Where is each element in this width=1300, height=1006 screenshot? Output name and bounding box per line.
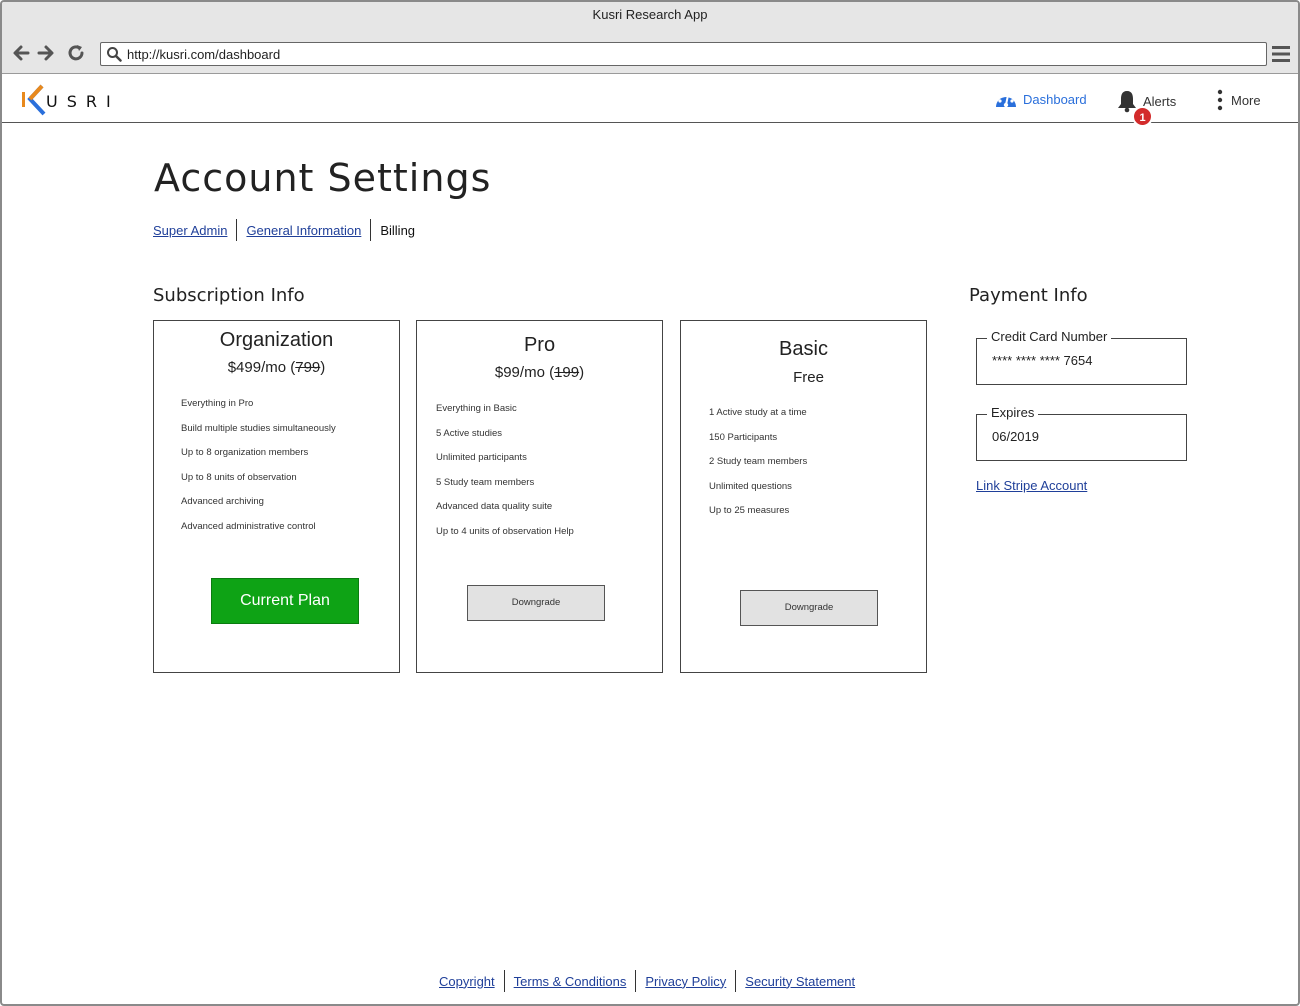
plan-price: Free xyxy=(793,369,824,386)
nav-more-label: More xyxy=(1231,92,1261,108)
nav-dashboard-label: Dashboard xyxy=(1023,91,1087,107)
plan-feature: Everything in Pro xyxy=(181,398,254,409)
link-stripe-account[interactable]: Link Stripe Account xyxy=(976,478,1087,493)
plan-name: Basic xyxy=(779,338,828,360)
window-titlebar: Kusri Research App xyxy=(2,2,1298,34)
settings-tabs: Super Admin General Information Billing xyxy=(153,219,415,241)
plan-name: Organization xyxy=(219,329,334,351)
payment-heading: Payment Info xyxy=(969,285,1088,306)
plan-feature-list: Everything in Pro Build multiple studies… xyxy=(181,397,336,545)
window-title: Kusri Research App xyxy=(592,7,708,22)
expires-label: Expires xyxy=(987,405,1039,420)
plan-feature: Everything in Basic xyxy=(436,403,517,414)
kusri-logo[interactable]: USRI xyxy=(20,82,140,118)
expires-field[interactable]: Expires 06/2019 xyxy=(976,405,1187,461)
url-text: http://kusri.com/dashboard xyxy=(127,47,281,62)
plan-feature: 5 Study team members xyxy=(436,476,535,488)
downgrade-pro-button[interactable]: Downgrade xyxy=(467,585,605,621)
search-icon xyxy=(107,47,122,62)
plan-feature-list: 1 Active study at a time 150 Participant… xyxy=(709,406,807,529)
credit-card-field[interactable]: Credit Card Number **** **** **** 7654 xyxy=(976,329,1187,385)
plan-price-old: 799 xyxy=(295,359,321,376)
credit-card-value: **** **** **** 7654 xyxy=(992,353,1093,368)
plan-feature: 2 Study team members xyxy=(709,456,808,468)
plan-feature: Build multiple studies simultaneously xyxy=(181,422,336,434)
downgrade-basic-button[interactable]: Downgrade xyxy=(740,590,878,626)
plan-feature: Advanced data quality suite xyxy=(436,501,553,513)
app-header: USRI Dashboard Alerts More xyxy=(2,75,1298,123)
plan-price-current: $499/mo ( xyxy=(227,359,296,376)
address-bar[interactable]: http://kusri.com/dashboard xyxy=(100,42,1267,66)
forward-arrow-icon[interactable] xyxy=(35,42,57,64)
plan-feature: 1 Active study at a time xyxy=(709,407,807,418)
plan-price-old: 199 xyxy=(554,364,580,381)
alerts-count-badge: 1 xyxy=(1132,106,1153,127)
plan-feature: Advanced administrative control xyxy=(181,520,316,532)
plan-price-current: $99/mo ( xyxy=(494,364,555,381)
nav-alerts-label: Alerts xyxy=(1143,93,1177,109)
plan-feature: 150 Participants xyxy=(709,431,778,443)
current-plan-button[interactable]: Current Plan xyxy=(211,578,359,624)
nav-dashboard[interactable]: Dashboard xyxy=(994,89,1087,109)
plan-feature: Up to 25 measures xyxy=(709,505,790,517)
footer-copyright-link[interactable]: Copyright xyxy=(439,974,504,989)
tab-billing[interactable]: Billing xyxy=(371,223,415,238)
plan-card-basic: Basic Free 1 Active study at a time 150 … xyxy=(680,320,927,673)
plan-name: Pro xyxy=(523,334,556,356)
dashboard-gauge-icon xyxy=(996,94,1016,108)
plan-feature: Up to 8 organization members xyxy=(181,447,309,459)
plan-feature: Up to 8 units of observation xyxy=(181,471,297,483)
browser-window: Kusri Research App http://kusri.com/dash… xyxy=(0,0,1300,1006)
plan-feature: Advanced archiving xyxy=(181,496,264,508)
plan-price: $99/mo (199) xyxy=(417,364,662,381)
logo-text: USRI xyxy=(46,92,120,111)
expires-value: 06/2019 xyxy=(992,429,1039,444)
plan-price-close: ) xyxy=(320,359,326,376)
footer-security-link[interactable]: Security Statement xyxy=(736,974,864,989)
tab-super-admin[interactable]: Super Admin xyxy=(153,223,236,238)
footer-terms-link[interactable]: Terms & Conditions xyxy=(505,974,636,989)
plan-price-close: ) xyxy=(579,364,585,381)
plan-feature: Up to 4 units of observation Help xyxy=(436,525,574,537)
plan-feature-list: Everything in Basic 5 Active studies Unl… xyxy=(436,402,574,550)
plan-price: $499/mo (799) xyxy=(154,359,399,376)
back-arrow-icon[interactable] xyxy=(10,42,32,64)
plan-feature: Unlimited participants xyxy=(436,452,527,464)
plan-card-organization: Organization $499/mo (799) Everything in… xyxy=(153,320,400,673)
browser-menu-icon[interactable] xyxy=(1270,44,1292,64)
tab-general-information[interactable]: General Information xyxy=(237,223,370,238)
browser-toolbar: http://kusri.com/dashboard xyxy=(2,34,1298,74)
plan-card-pro: Pro $99/mo (199) Everything in Basic 5 A… xyxy=(416,320,663,673)
plan-feature: Unlimited questions xyxy=(709,480,792,492)
nav-more[interactable]: More xyxy=(1214,89,1261,111)
subscription-heading: Subscription Info xyxy=(153,285,305,306)
footer-privacy-link[interactable]: Privacy Policy xyxy=(636,974,735,989)
plan-feature: 5 Active studies xyxy=(436,427,503,439)
reload-icon[interactable] xyxy=(65,42,87,64)
footer-links: Copyright Terms & Conditions Privacy Pol… xyxy=(439,970,864,992)
credit-card-label: Credit Card Number xyxy=(987,329,1112,344)
more-vertical-icon xyxy=(1217,89,1223,111)
page-title: Account Settings xyxy=(154,156,492,200)
